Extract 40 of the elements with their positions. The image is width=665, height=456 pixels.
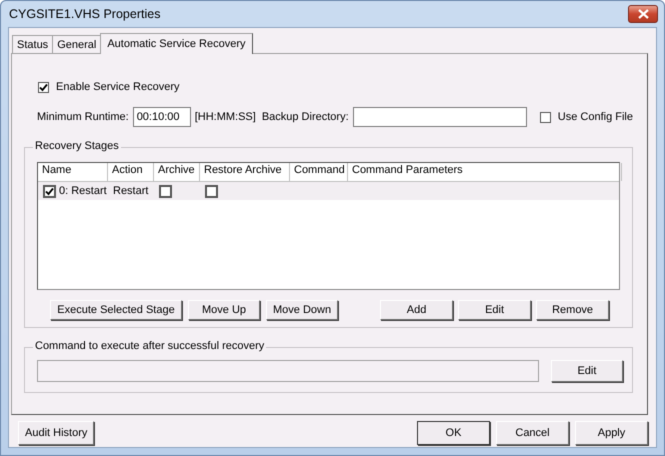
action-button[interactable]: Edit xyxy=(458,300,532,320)
checkbox[interactable] xyxy=(38,82,49,92)
field-label: Backup Directory: xyxy=(262,111,349,123)
column-header[interactable]: Command Parameters xyxy=(348,163,622,181)
command-field[interactable] xyxy=(37,360,539,382)
column-header[interactable]: Name xyxy=(38,163,108,181)
tab[interactable]: Status xyxy=(12,35,54,53)
action-button[interactable]: Move Up xyxy=(188,300,260,320)
dialog-button[interactable]: OK xyxy=(417,421,490,445)
field-label: Minimum Runtime: xyxy=(37,111,129,123)
runtime-field[interactable]: 00:10:00 xyxy=(132,107,191,127)
checkbox-label: Use Config File xyxy=(558,111,633,123)
action-button[interactable]: Remove xyxy=(536,300,610,320)
edit-button[interactable]: Edit xyxy=(550,360,623,382)
format-hint: [HH:MM:SS] xyxy=(194,111,256,123)
action-button[interactable]: Execute Selected Stage xyxy=(50,300,182,320)
tab[interactable]: Automatic Service Recovery xyxy=(100,33,252,54)
group-title: Command to execute after successful recovery xyxy=(33,340,266,352)
backup-directory-field[interactable] xyxy=(352,107,527,127)
checkbox[interactable] xyxy=(43,184,56,198)
column-header[interactable]: Action xyxy=(108,163,154,181)
stage-action: Restart xyxy=(113,185,148,197)
checkbox[interactable] xyxy=(205,184,218,198)
dialog-button[interactable]: Cancel xyxy=(496,421,569,445)
action-button[interactable]: Move Down xyxy=(266,300,338,320)
checkbox-label: Enable Service Recovery xyxy=(56,81,180,93)
column-header[interactable]: Restore Archive xyxy=(200,163,290,181)
checkbox[interactable] xyxy=(159,184,172,198)
column-header[interactable]: Archive xyxy=(154,163,200,181)
close-icon xyxy=(638,9,648,19)
action-button[interactable]: Add xyxy=(380,300,454,320)
stage-name: 0: Restart xyxy=(59,185,107,197)
window-title: CYGSITE1.VHS Properties xyxy=(8,7,160,21)
close-button[interactable] xyxy=(628,5,658,23)
column-header[interactable]: Command xyxy=(290,163,348,181)
stage-row[interactable]: 0: Restart Restart xyxy=(38,182,619,200)
checkbox[interactable] xyxy=(540,112,551,122)
dialog-button[interactable]: Apply xyxy=(575,421,648,445)
group-title: Recovery Stages xyxy=(33,140,121,152)
audit-history-button[interactable]: Audit History xyxy=(18,421,94,445)
